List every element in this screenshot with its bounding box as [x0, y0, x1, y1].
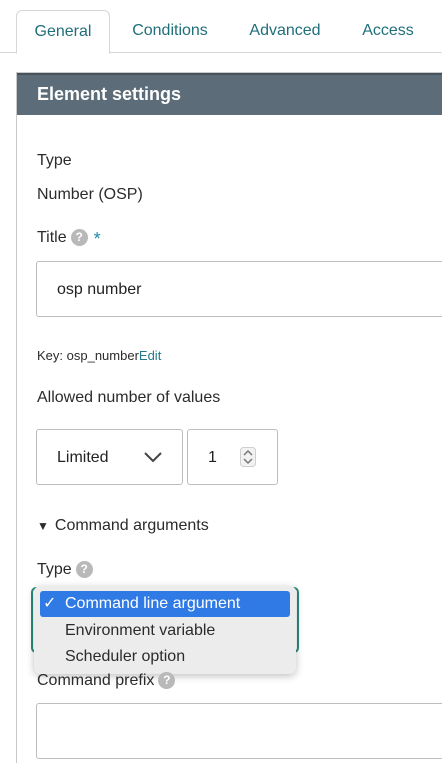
checkmark-icon: ✓	[43, 595, 57, 612]
command-type-dropdown: ✓ Command line argument Environment vari…	[34, 586, 296, 674]
key-edit-link[interactable]: Edit	[139, 348, 161, 363]
title-input[interactable]: osp number	[36, 261, 442, 317]
allowed-values-select[interactable]: Limited	[36, 429, 183, 485]
type-value: Number (OSP)	[37, 186, 143, 203]
allowed-values-label: Allowed number of values	[37, 389, 221, 406]
chevron-down-icon	[144, 452, 162, 463]
allowed-values-select-value: Limited	[57, 449, 109, 466]
title-input-value: osp number	[57, 281, 142, 298]
dropdown-option-command-line[interactable]: ✓ Command line argument	[40, 591, 290, 617]
key-row: Key: osp_numberEdit	[37, 348, 161, 363]
command-prefix-input[interactable]	[36, 703, 442, 759]
command-type-row: Type?	[37, 561, 93, 579]
allowed-count-value: 1	[208, 449, 217, 466]
command-prefix-label: Command prefix	[37, 672, 155, 689]
dropdown-option-scheduler[interactable]: Scheduler option	[34, 644, 296, 670]
stepper-arrows-icon[interactable]	[240, 447, 256, 467]
required-marker: *	[93, 229, 101, 249]
help-icon[interactable]: ?	[75, 561, 93, 579]
panel-header: Element settings	[17, 73, 442, 115]
tab-general[interactable]: General	[16, 10, 110, 54]
dropdown-option-label: Environment variable	[65, 622, 216, 639]
title-label-row: Title? *	[37, 229, 101, 250]
help-icon[interactable]: ?	[70, 229, 88, 247]
command-type-label: Type	[37, 561, 72, 578]
dropdown-option-label: Scheduler option	[65, 648, 186, 665]
dropdown-option-environment[interactable]: Environment variable	[34, 618, 296, 644]
tab-conditions[interactable]: Conditions	[124, 10, 216, 52]
tab-access[interactable]: Access	[352, 10, 424, 52]
key-prefix: Key:	[37, 348, 67, 363]
collapse-triangle-icon: ▼	[37, 519, 49, 533]
panel-title: Element settings	[37, 84, 182, 104]
command-arguments-label: Command arguments	[54, 517, 209, 534]
key-value: osp_number	[66, 348, 139, 363]
command-arguments-toggle[interactable]: ▼ Command arguments	[37, 517, 209, 535]
tab-bar: General Conditions Advanced Access	[0, 0, 442, 54]
dropdown-option-label: Command line argument	[65, 595, 241, 612]
tab-advanced[interactable]: Advanced	[238, 10, 332, 52]
allowed-count-stepper[interactable]: 1	[187, 429, 278, 485]
command-prefix-row: Command prefix?	[37, 672, 176, 690]
help-icon[interactable]: ?	[158, 672, 176, 690]
title-label: Title	[37, 229, 67, 246]
type-label: Type	[37, 152, 72, 169]
